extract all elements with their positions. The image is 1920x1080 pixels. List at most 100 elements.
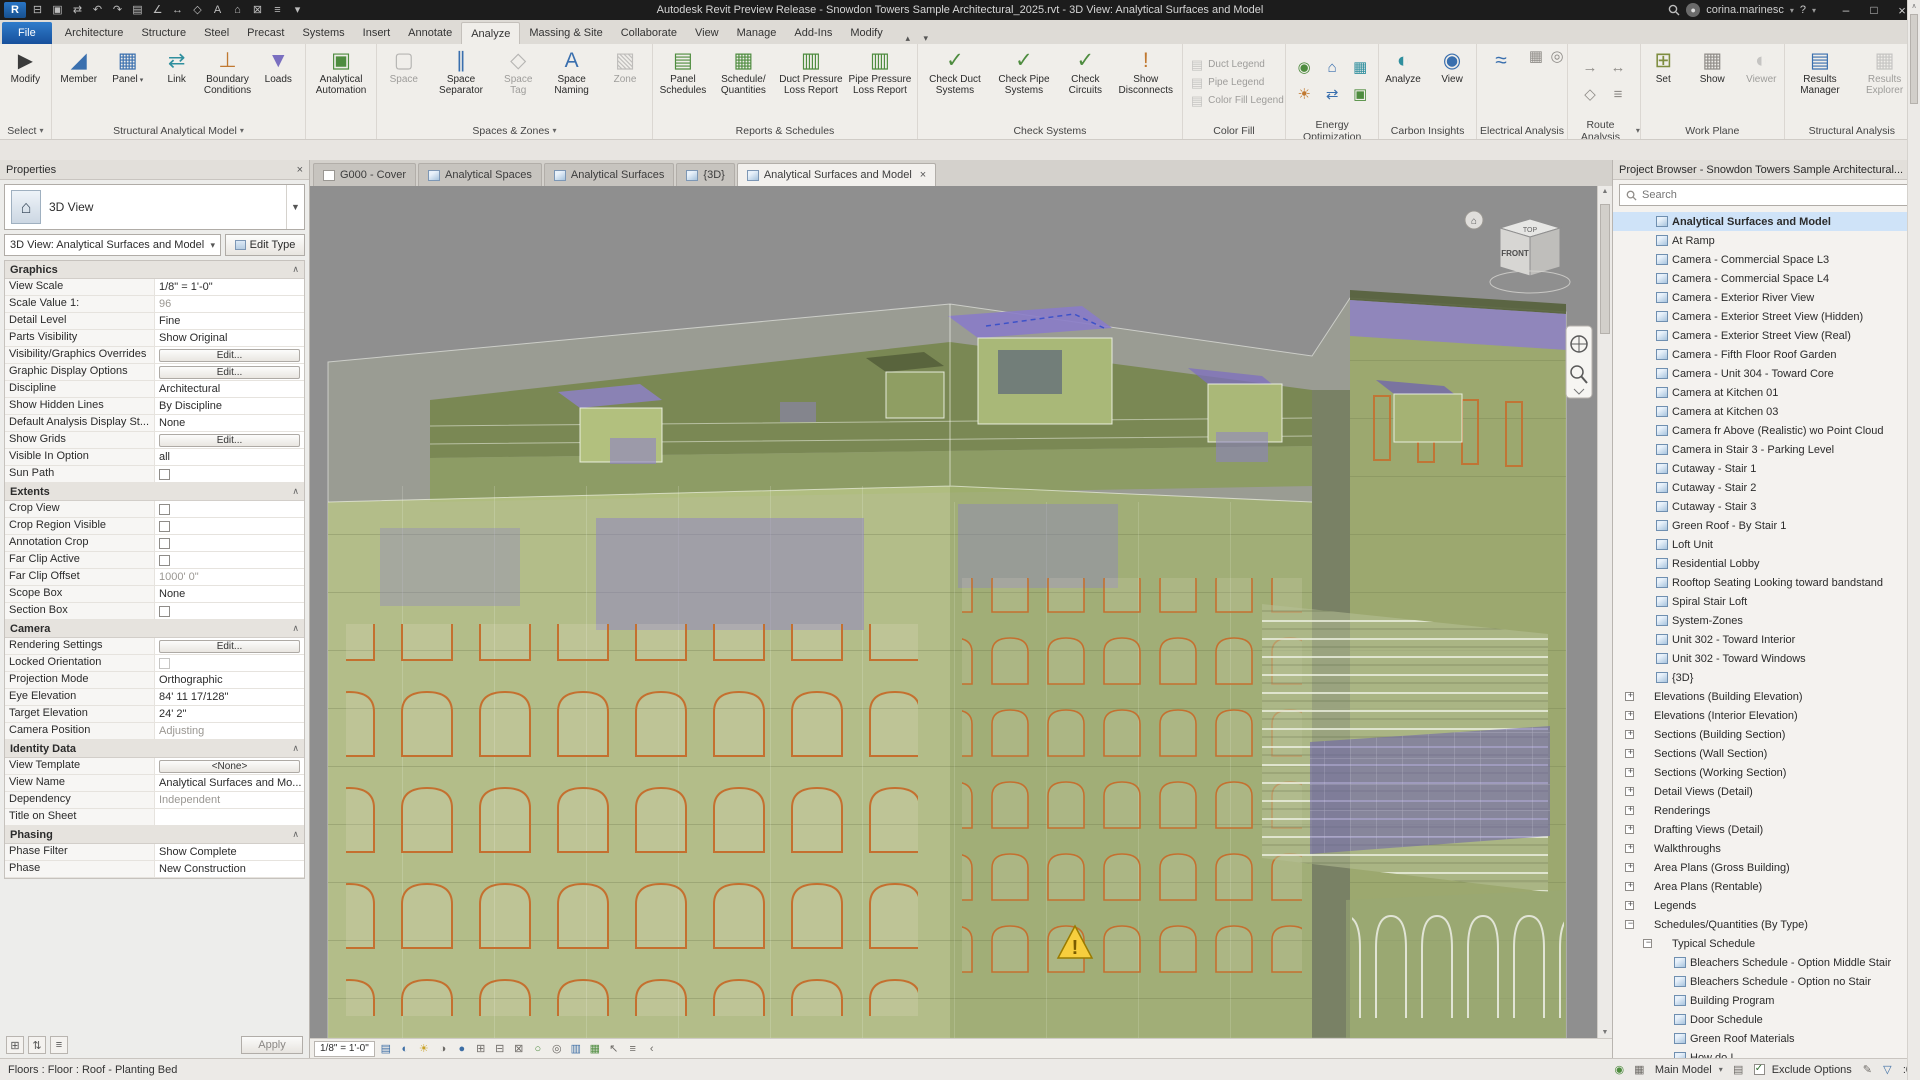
aligned-dimension-icon[interactable]: ↔ [168,1,187,19]
property-value[interactable]: Fine Fine [155,313,304,329]
displacement-sets-icon[interactable]: ↖ [605,1041,623,1057]
property-value[interactable] [155,552,304,568]
ribbon-tab[interactable]: Architecture [56,22,133,44]
tree-item[interactable]: Rooftop Seating Looking toward bandstand [1613,573,1920,592]
tree-item[interactable]: Walkthroughs [1613,839,1920,858]
ribbon-button-analytical-automation[interactable]: ▣ Analytical Automation [309,47,373,98]
lock-3d-view-icon[interactable]: ⊠ [510,1041,528,1057]
tree-item[interactable]: Camera - Commercial Space L4 [1613,269,1920,288]
ribbon-button-show-disconnects[interactable]: ! Show Disconnects [1113,47,1179,98]
view-selector-dropdown[interactable]: 3D View: Analytical Surfaces and Model ▾ [4,234,221,256]
properties-close-icon[interactable]: × [297,164,303,176]
create-energy-model-icon[interactable]: ▦ [1349,58,1371,78]
tree-item[interactable]: Typical Schedule [1613,934,1920,953]
ribbon-button-pipe-legend[interactable]: ▤ Pipe Legend [1189,76,1266,90]
tree-expander-icon[interactable] [1643,939,1652,948]
property-value[interactable] [155,603,304,619]
property-value[interactable]: Orthographic Orthographic [155,672,304,688]
tree-expander-icon[interactable] [1625,882,1634,891]
scroll-down-icon[interactable]: ▼ [1602,1029,1609,1036]
ribbon-panel-label[interactable]: Reports & Schedules [653,122,917,139]
property-checkbox[interactable] [159,555,170,566]
exclude-options-checkbox[interactable] [1754,1064,1765,1075]
tag-by-category-icon[interactable]: ◇ [188,1,207,19]
ribbon-tab[interactable]: Massing & Site [520,22,611,44]
ribbon-collapse-toggle[interactable]: ▴ [900,33,916,44]
thin-lines-icon[interactable]: ≡ [268,1,287,19]
scrollbar-thumb[interactable] [1600,204,1610,334]
text-icon[interactable]: A [208,1,227,19]
view-scale-button[interactable]: 1/8" = 1'-0" [314,1041,375,1057]
property-value[interactable]: Show Complete Show Complete [155,844,304,860]
ribbon-panel-label[interactable]: Check Systems [918,122,1182,139]
ribbon-button-panel[interactable]: ▦ Panel [104,47,152,87]
tree-item[interactable]: Detail Views (Detail) [1613,782,1920,801]
minimize-button[interactable]: – [1832,0,1860,20]
tree-item[interactable]: Camera - Exterior Street View (Real) [1613,326,1920,345]
property-value[interactable]: 96 96 [155,296,304,312]
ribbon-button-space-separator[interactable]: ∥ Space Separator [429,47,493,98]
account-menu-caret-icon[interactable]: ▾ [1790,6,1794,15]
ribbon-button-color-fill-legend[interactable]: ▤ Color Fill Legend [1189,94,1286,108]
measure-icon[interactable]: ∠ [148,1,167,19]
selection-filter-icon[interactable]: ▽ [1879,1063,1896,1076]
property-edit-button[interactable]: Edit... [159,349,300,362]
reveal-hidden-elements-icon[interactable]: ◎ [548,1041,566,1057]
optimize-icon[interactable]: ▣ [1349,85,1371,105]
ribbon-panel-label[interactable]: Structural Analysis [1785,122,1919,139]
ribbon-tab[interactable]: Collaborate [612,22,686,44]
properties-help-icon[interactable]: ⊞ [6,1036,24,1054]
tree-item[interactable]: Drafting Views (Detail) [1613,820,1920,839]
tree-expander-icon[interactable] [1625,768,1634,777]
show-crop-region-icon[interactable]: ⊟ [491,1041,509,1057]
property-value[interactable]: Edit... Edit... [155,364,304,380]
save-icon[interactable]: ▣ [48,1,67,19]
path-of-travel-icon[interactable]: → [1579,58,1601,78]
tree-item[interactable]: Cutaway - Stair 2 [1613,478,1920,497]
tree-item[interactable]: Camera at Kitchen 03 [1613,402,1920,421]
analytical-loads-icon[interactable]: ◎ [1547,47,1567,67]
ribbon-tab[interactable]: Annotate [399,22,461,44]
tree-expander-icon[interactable] [1625,844,1634,853]
property-value[interactable]: Independent Independent [155,792,304,808]
ribbon-panel-label[interactable]: Route Analysis [1568,122,1640,139]
tree-item[interactable]: Camera at Kitchen 01 [1613,383,1920,402]
ribbon-panel-label[interactable]: Structural Analytical Model [52,122,306,139]
property-checkbox[interactable] [159,469,170,480]
ribbon-tab[interactable]: Systems [293,22,353,44]
ribbon-panel-label[interactable]: Energy Optimization [1286,122,1378,139]
ribbon-options-icon[interactable]: ▾ [918,33,934,44]
tree-item[interactable]: Camera - Fifth Floor Roof Garden [1613,345,1920,364]
tree-item[interactable]: Cutaway - Stair 1 [1613,459,1920,478]
ribbon-panel-label[interactable] [306,122,376,139]
crop-view-icon[interactable]: ⊞ [472,1041,490,1057]
ribbon-button-check-duct-systems[interactable]: ✓ Check Duct Systems [921,47,989,98]
view-tab[interactable]: Analytical Surfaces and Model × [737,163,936,186]
sun-path-icon[interactable]: ☀ [415,1041,433,1057]
location-icon[interactable]: ◉ [1293,58,1315,78]
tree-item[interactable]: Legends [1613,896,1920,915]
property-edit-button[interactable]: Edit... [159,434,300,447]
tree-expander-icon[interactable] [1625,901,1634,910]
property-checkbox[interactable] [159,538,170,549]
ribbon-button-space[interactable]: ▢ Space [380,47,428,87]
ribbon-panel-label[interactable]: Select [0,122,51,139]
ribbon-tab[interactable]: Add-Ins [785,22,841,44]
ribbon-button-duct-legend[interactable]: ▤ Duct Legend [1189,58,1267,72]
ribbon-button-pipe-pressure-loss-report[interactable]: ▥ Pipe Pressure Loss Report [846,47,914,98]
edit-selection-filter-icon[interactable]: ✎ [1859,1063,1876,1076]
tree-expander-icon[interactable] [1625,749,1634,758]
view-tab-close-icon[interactable]: × [920,169,926,181]
ribbon-button-link[interactable]: ⇄ Link [153,47,201,87]
ribbon-button-loads[interactable]: ▼ Loads [254,47,302,87]
generate-insight-icon[interactable]: ⇄ [1321,85,1343,105]
tree-expander-icon[interactable] [1625,711,1634,720]
multiple-paths-icon[interactable]: ↔ [1607,58,1629,78]
tree-item[interactable]: Renderings [1613,801,1920,820]
property-edit-button[interactable]: Edit... [159,366,300,379]
ribbon-button-space-tag[interactable]: ◇ Space Tag [494,47,542,98]
revit-logo-icon[interactable]: R [4,2,26,18]
properties-section-header[interactable]: Extents ∧ [5,483,304,501]
ribbon-tab[interactable]: Precast [238,22,293,44]
property-value[interactable]: Edit... Edit... [155,347,304,363]
